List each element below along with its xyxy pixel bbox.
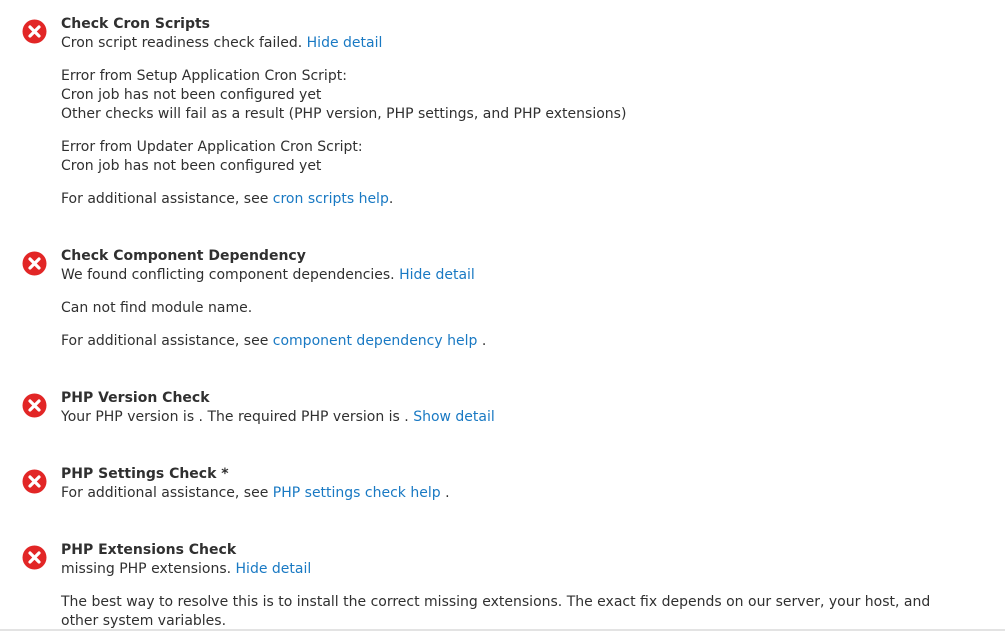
check-title: Check Cron Scripts <box>61 16 210 32</box>
setup-error-line: Other checks will fail as a result (PHP … <box>61 106 627 122</box>
check-summary: Your PHP version is . The required PHP v… <box>61 409 495 425</box>
component-dependency-help-link[interactable]: component dependency help <box>273 333 478 349</box>
help-text: For additional assistance, see cron scri… <box>61 191 394 207</box>
show-detail-link[interactable]: Show detail <box>413 409 495 425</box>
check-summary: Cron script readiness check failed. Hide… <box>61 35 383 51</box>
error-x-circle-icon <box>22 469 47 494</box>
error-x-circle-icon <box>22 393 47 418</box>
updater-error-heading: Error from Updater Application Cron Scri… <box>61 139 363 155</box>
error-x-circle-icon <box>22 545 47 570</box>
cron-scripts-help-link[interactable]: cron scripts help <box>273 191 389 207</box>
hide-detail-link[interactable]: Hide detail <box>399 267 475 283</box>
php-settings-help-link[interactable]: PHP settings check help <box>273 485 441 501</box>
check-title: PHP Version Check <box>61 390 210 406</box>
help-text: For additional assistance, see component… <box>61 333 487 349</box>
setup-error-line: Cron job has not been configured yet <box>61 87 322 103</box>
hide-detail-link[interactable]: Hide detail <box>307 35 383 51</box>
help-text: For additional assistance, see PHP setti… <box>61 485 450 501</box>
error-x-circle-icon <box>22 251 47 276</box>
check-title: Check Component Dependency <box>61 248 306 264</box>
check-title: PHP Extensions Check <box>61 542 237 558</box>
updater-error-line: Cron job has not been configured yet <box>61 158 322 174</box>
error-x-circle-icon <box>22 19 47 44</box>
setup-error-heading: Error from Setup Application Cron Script… <box>61 68 347 84</box>
hide-detail-link[interactable]: Hide detail <box>236 561 312 577</box>
check-summary: We found conflicting component dependenc… <box>61 267 475 283</box>
check-summary: missing PHP extensions. Hide detail <box>61 561 312 577</box>
dependency-detail: Can not find module name. <box>61 300 253 316</box>
check-title: PHP Settings Check * <box>61 466 229 482</box>
extensions-detail: The best way to resolve this is to insta… <box>61 594 931 629</box>
